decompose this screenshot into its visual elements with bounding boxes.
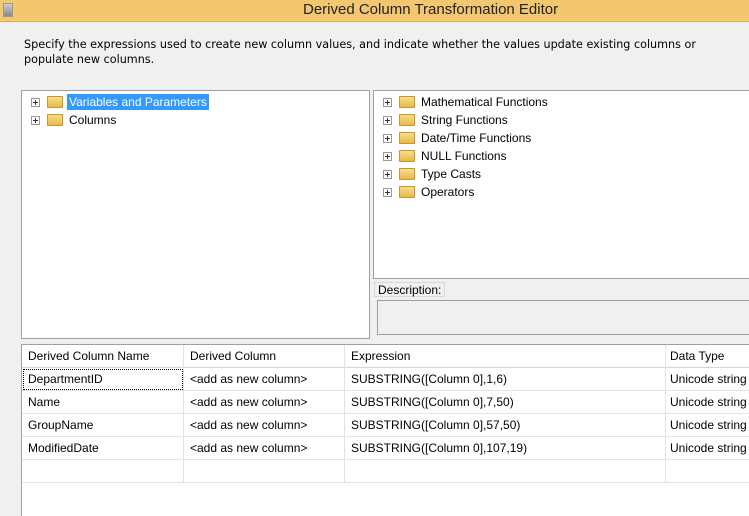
- tree-node-datetime-functions[interactable]: Date/Time Functions: [383, 129, 533, 147]
- header-data-type[interactable]: Data Type: [666, 345, 749, 368]
- tree-node-label: Operators: [421, 185, 475, 199]
- tree-node-label: Type Casts: [421, 167, 482, 181]
- derived-column-cell[interactable]: <add as new column>: [184, 414, 345, 437]
- tree-node-label: Variables and Parameters: [67, 94, 209, 110]
- table-row[interactable]: GroupName <add as new column> SUBSTRING(…: [22, 414, 749, 437]
- derived-column-name-cell[interactable]: ModifiedDate: [22, 437, 184, 460]
- expand-icon[interactable]: [383, 187, 392, 197]
- new-row[interactable]: [22, 460, 749, 483]
- tree-node-label: Date/Time Functions: [421, 131, 532, 145]
- derived-column-cell[interactable]: <add as new column>: [184, 368, 345, 391]
- new-row-cell[interactable]: [345, 460, 666, 483]
- folder-open-icon: [47, 96, 63, 108]
- derived-columns-grid[interactable]: Derived Column Name Derived Column Expre…: [21, 344, 749, 516]
- expression-cell[interactable]: SUBSTRING([Column 0],107,19): [345, 437, 666, 460]
- variables-columns-tree[interactable]: Variables and Parameters Columns: [21, 90, 370, 339]
- tree-node-columns[interactable]: Columns: [31, 111, 118, 129]
- expand-icon[interactable]: [383, 97, 392, 107]
- tree-node-type-casts[interactable]: Type Casts: [383, 165, 483, 183]
- folder-icon: [399, 96, 415, 108]
- new-row-cell[interactable]: [184, 460, 345, 483]
- derived-column-name-cell[interactable]: DepartmentID: [22, 368, 184, 391]
- expression-cell[interactable]: SUBSTRING([Column 0],1,6): [345, 368, 666, 391]
- folder-icon: [399, 132, 415, 144]
- expression-cell[interactable]: SUBSTRING([Column 0],7,50): [345, 391, 666, 414]
- derived-column-name-cell[interactable]: Name: [22, 391, 184, 414]
- tree-node-mathematical-functions[interactable]: Mathematical Functions: [383, 93, 550, 111]
- expand-icon[interactable]: [31, 97, 40, 107]
- tree-node-string-functions[interactable]: String Functions: [383, 111, 510, 129]
- grid-header-row: Derived Column Name Derived Column Expre…: [22, 345, 749, 368]
- folder-icon: [399, 168, 415, 180]
- derived-column-name-cell[interactable]: GroupName: [22, 414, 184, 437]
- header-derived-column-name[interactable]: Derived Column Name: [22, 345, 184, 368]
- table-row[interactable]: DepartmentID <add as new column> SUBSTRI…: [22, 368, 749, 391]
- expand-icon[interactable]: [383, 151, 392, 161]
- tree-node-operators[interactable]: Operators: [383, 183, 476, 201]
- new-row-cell[interactable]: [666, 460, 749, 483]
- expand-icon[interactable]: [383, 115, 392, 125]
- folder-icon: [399, 114, 415, 126]
- data-type-cell[interactable]: Unicode string: [666, 414, 749, 437]
- tree-node-label: String Functions: [421, 113, 508, 127]
- expression-cell[interactable]: SUBSTRING([Column 0],57,50): [345, 414, 666, 437]
- derived-column-cell[interactable]: <add as new column>: [184, 437, 345, 460]
- table-row[interactable]: Name <add as new column> SUBSTRING([Colu…: [22, 391, 749, 414]
- tree-node-variables-and-parameters[interactable]: Variables and Parameters: [31, 93, 209, 111]
- functions-tree[interactable]: Mathematical Functions String Functions …: [373, 90, 749, 279]
- title-bar: Derived Column Transformation Editor: [0, 0, 749, 22]
- expand-icon[interactable]: [383, 133, 392, 143]
- app-icon[interactable]: [3, 3, 13, 17]
- tree-node-label: Columns: [69, 113, 117, 127]
- folder-icon: [399, 186, 415, 198]
- derived-column-cell[interactable]: <add as new column>: [184, 391, 345, 414]
- description-label: Description:: [374, 282, 446, 297]
- tree-node-label: NULL Functions: [421, 149, 507, 163]
- table-row[interactable]: ModifiedDate <add as new column> SUBSTRI…: [22, 437, 749, 460]
- folder-icon: [47, 114, 63, 126]
- data-type-cell[interactable]: Unicode string: [666, 437, 749, 460]
- tree-node-label: Mathematical Functions: [421, 95, 548, 109]
- expand-icon[interactable]: [31, 115, 40, 125]
- data-type-cell[interactable]: Unicode string: [666, 391, 749, 414]
- new-row-cell[interactable]: [22, 460, 184, 483]
- window-title: Derived Column Transformation Editor: [303, 1, 559, 18]
- expand-icon[interactable]: [383, 169, 392, 179]
- data-type-cell[interactable]: Unicode string: [666, 368, 749, 391]
- header-expression[interactable]: Expression: [345, 345, 666, 368]
- header-derived-column[interactable]: Derived Column: [184, 345, 345, 368]
- description-box: [377, 300, 749, 335]
- instructions-text: Specify the expressions used to create n…: [24, 38, 696, 66]
- folder-icon: [399, 150, 415, 162]
- tree-node-null-functions[interactable]: NULL Functions: [383, 147, 509, 165]
